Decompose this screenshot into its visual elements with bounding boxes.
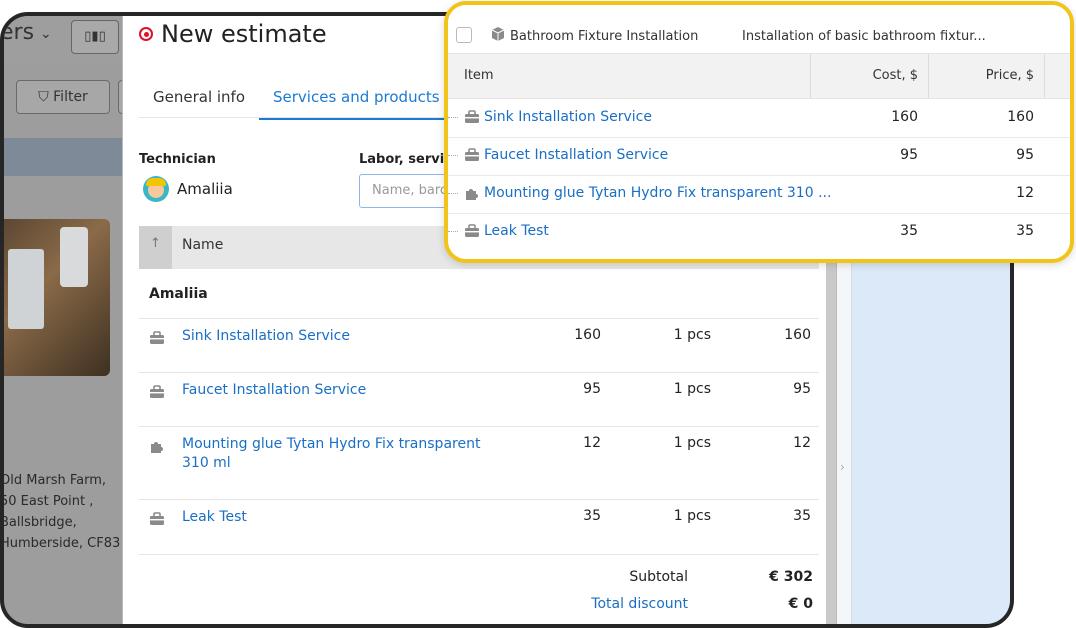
item-total: 35 [793,508,811,524]
kit-item-price: 95 [1016,147,1034,163]
panel-header: New estimate [139,20,327,48]
kit-details-popover: Bathroom Fixture Installation Installati… [444,1,1074,263]
toolbox-icon [465,148,479,161]
tab-general-info[interactable]: General info [139,82,259,120]
table-row[interactable]: Leak Test 35 1 pcs 35 [139,499,819,555]
toolbox-icon [150,331,164,344]
item-total: 12 [793,435,811,451]
tab-services-and-products[interactable]: Services and products [259,82,454,120]
kit-item-link[interactable]: Leak Test [484,223,549,239]
table-row[interactable]: Mounting glue Tytan Hydro Fix transparen… [139,426,819,499]
kit-table-header: Item Cost, $ Price, $ [448,53,1070,99]
kit-item-price: 160 [1007,109,1034,125]
filter-button[interactable]: ⛉ Filter [16,80,110,114]
column-divider [928,54,929,98]
tree-connector [448,231,458,232]
puzzle-icon [466,189,478,200]
selected-row-bar [4,138,130,176]
item-column-header: Item [464,68,494,83]
kit-item-cost: 95 [900,147,918,163]
subtotal-label: Subtotal [629,569,688,585]
chevron-right-icon[interactable]: › [840,460,845,474]
kit-item-cost: 35 [900,223,918,239]
sort-arrow-icon[interactable]: ↑ [139,226,172,269]
kit-item-price: 12 [1016,185,1034,201]
water-heater-image [8,249,44,329]
job-photo[interactable] [4,219,110,376]
item-quantity[interactable]: 1 pcs [629,381,711,397]
toolbox-icon [465,224,479,237]
kit-item-link[interactable]: Sink Installation Service [484,109,652,125]
kit-header: Bathroom Fixture Installation Installati… [448,5,1070,51]
price-column-header: Price, $ [985,68,1034,83]
item-quantity[interactable]: 1 pcs [629,435,711,451]
technician-label: Technician [139,152,216,167]
technician-name: Amaliia [177,180,233,198]
kanban-icon: ▯▮▯ [84,29,106,44]
kit-checkbox[interactable] [456,27,472,43]
filter-label: Filter [53,89,88,105]
tree-connector [448,193,458,194]
item-name-link[interactable]: Leak Test [182,508,502,527]
kit-name: Bathroom Fixture Installation [510,29,699,44]
item-name-link[interactable]: Sink Installation Service [182,327,502,346]
tank-image [60,227,88,287]
table-row[interactable]: Faucet Installation Service 95 1 pcs 95 [139,372,819,427]
item-quantity[interactable]: 1 pcs [629,508,711,524]
total-discount-value: € 0 [788,596,813,612]
page-title-fragment: ers [0,20,35,45]
panel-title: New estimate [161,20,327,48]
kit-row[interactable]: Sink Installation Service 160 160 [448,99,1070,138]
toolbox-icon [150,512,164,525]
toolbox-icon [150,385,164,398]
item-total: 160 [784,327,811,343]
chevron-down-icon[interactable]: ⌄ [40,26,52,42]
tree-connector [448,155,458,156]
item-total: 95 [793,381,811,397]
scrollbar[interactable] [826,260,836,624]
kit-description: Installation of basic bathroom fixtur... [742,29,986,44]
puzzle-icon [151,442,163,453]
item-price: 160 [574,327,601,343]
item-price: 12 [583,435,601,451]
group-header: Amaliia [149,286,208,302]
subtotal-value: € 302 [769,569,813,585]
tab-bar: General info Services and products [139,82,454,120]
kit-row[interactable]: Mounting glue Tytan Hydro Fix transparen… [448,175,1070,214]
kit-item-price: 35 [1016,223,1034,239]
record-icon [139,27,153,41]
kit-row[interactable]: Faucet Installation Service 95 95 [448,137,1070,176]
job-address: Old Marsh Farm, 50 East Point , Ballsbri… [0,473,121,551]
column-divider [1044,54,1045,98]
tree-connector [448,117,458,118]
toolbox-icon [465,110,479,123]
item-quantity[interactable]: 1 pcs [629,327,711,343]
package-icon [491,27,505,41]
name-column-header[interactable]: Name [182,237,223,253]
item-price: 35 [583,508,601,524]
cost-column-header: Cost, $ [872,68,918,83]
item-name-link[interactable]: Faucet Installation Service [182,381,502,400]
kit-item-link[interactable]: Faucet Installation Service [484,147,668,163]
item-name-link[interactable]: Mounting glue Tytan Hydro Fix transparen… [182,435,502,473]
kit-item-link[interactable]: Mounting glue Tytan Hydro Fix transparen… [484,185,831,201]
kanban-view-button[interactable]: ▯▮▯ [71,20,119,54]
column-divider [810,54,811,98]
filter-icon: ⛉ [38,89,54,105]
table-row[interactable]: Sink Installation Service 160 1 pcs 160 [139,318,819,373]
kit-row[interactable]: Leak Test 35 35 [448,213,1070,251]
kit-item-cost: 160 [891,109,918,125]
technician-selector[interactable]: Amaliia [143,176,233,202]
total-discount-link[interactable]: Total discount [563,596,688,612]
item-price: 95 [583,381,601,397]
avatar [143,176,169,202]
